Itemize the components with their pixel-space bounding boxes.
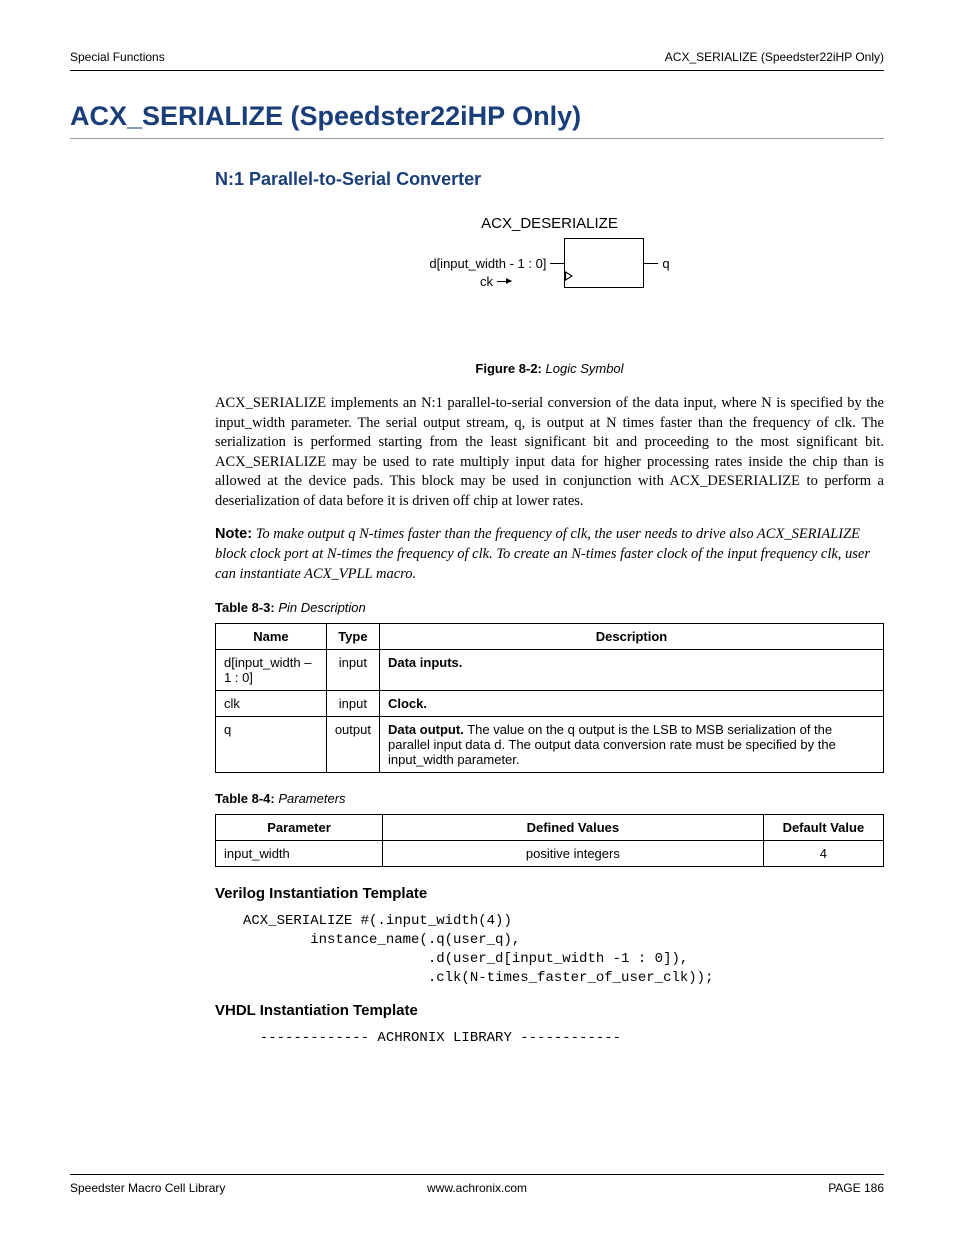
footer-center: www.achronix.com [427, 1181, 527, 1195]
vhdl-heading: VHDL Instantiation Template [215, 1002, 884, 1019]
description-paragraph: ACX_SERIALIZE implements an N:1 parallel… [215, 394, 884, 511]
footer-left: Speedster Macro Cell Library [70, 1181, 225, 1195]
diagram-box [564, 238, 644, 288]
footer-right: PAGE 186 [828, 1181, 884, 1195]
figure-label: Figure 8-2: [475, 361, 541, 376]
table-row: clk input Clock. [216, 691, 884, 717]
header-right: ACX_SERIALIZE (Speedster22iHP Only) [665, 50, 884, 64]
table-header: Name [216, 624, 327, 650]
note-text: To make output q N-times faster than the… [215, 526, 870, 581]
diagram-port-q: q [662, 256, 669, 271]
table-row: d[input_width –1 : 0] input Data inputs. [216, 650, 884, 691]
header-left: Special Functions [70, 50, 165, 64]
table-8-3-caption: Table 8-3: Pin Description [215, 600, 884, 615]
figure-text: Logic Symbol [546, 361, 624, 376]
table-row: q output Data output. The value on the q… [216, 717, 884, 773]
vhdl-code: ------------- ACHRONIX LIBRARY ---------… [243, 1029, 884, 1048]
note-label: Note: [215, 526, 252, 542]
table-row: input_width positive integers 4 [216, 841, 884, 867]
table-header: Default Value [763, 815, 883, 841]
page-header: Special Functions ACX_SERIALIZE (Speedst… [70, 50, 884, 71]
table-header: Description [379, 624, 883, 650]
verilog-code: ACX_SERIALIZE #(.input_width(4)) instanc… [243, 912, 884, 988]
page-footer: Speedster Macro Cell Library www.achroni… [70, 1174, 884, 1195]
diagram-block-title: ACX_DESERIALIZE [429, 215, 669, 232]
table-header: Type [326, 624, 379, 650]
figure-caption: Figure 8-2: Logic Symbol [215, 361, 884, 376]
parameters-table: Parameter Defined Values Default Value i… [215, 814, 884, 867]
diagram-port-ck: ck [480, 274, 493, 289]
table-header: Parameter [216, 815, 383, 841]
section-subtitle: N:1 Parallel-to-Serial Converter [215, 169, 884, 190]
diagram-port-d: d[input_width - 1 : 0] [429, 256, 546, 271]
page-title: ACX_SERIALIZE (Speedster22iHP Only) [70, 101, 884, 139]
table-8-4-caption: Table 8-4: Parameters [215, 791, 884, 806]
note-block: Note: To make output q N-times faster th… [215, 525, 884, 584]
pin-description-table: Name Type Description d[input_width –1 :… [215, 623, 884, 773]
verilog-heading: Verilog Instantiation Template [215, 885, 884, 902]
logic-symbol-diagram: ACX_DESERIALIZE d[input_width - 1 : 0] q… [215, 215, 884, 291]
table-header: Defined Values [383, 815, 764, 841]
